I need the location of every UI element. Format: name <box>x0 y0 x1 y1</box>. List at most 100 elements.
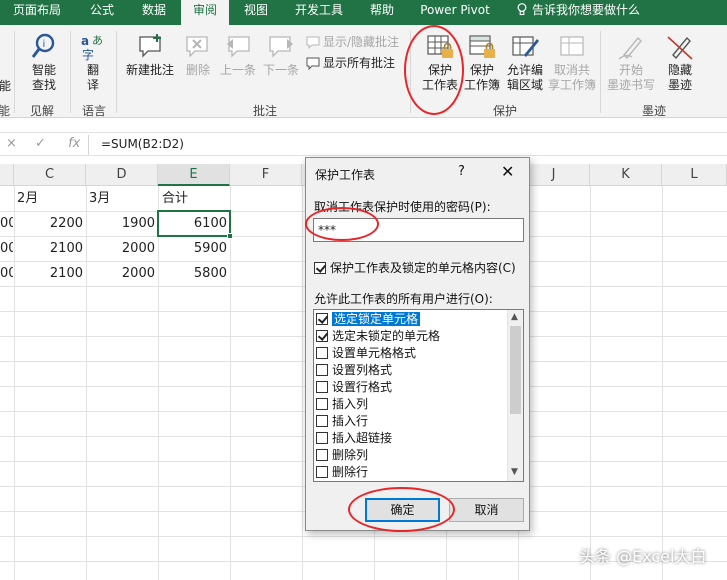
group-separator <box>116 31 117 113</box>
cell-d1[interactable]: 3月 <box>89 186 110 211</box>
cell-d2[interactable]: 1900 <box>86 211 155 236</box>
cancel-button[interactable]: 取消 <box>449 498 524 522</box>
option-checkbox[interactable] <box>316 381 328 393</box>
translate-button[interactable]: a あ 字 翻 译 <box>78 33 108 93</box>
close-icon[interactable]: ✕ <box>501 162 514 181</box>
help-icon[interactable]: ? <box>458 164 465 179</box>
scroll-thumb[interactable] <box>510 326 521 414</box>
list-item[interactable]: 选定锁定单元格 <box>316 311 421 328</box>
column-header-l[interactable]: L <box>662 164 727 186</box>
grid-vline <box>302 186 303 580</box>
cell-b4[interactable]: 00 <box>0 261 13 286</box>
column-header-k[interactable]: K <box>590 164 662 186</box>
group-label-ink: 墨迹 <box>642 104 667 118</box>
cell-e4[interactable]: 5800 <box>158 261 227 286</box>
fx-icon[interactable]: fx <box>68 136 80 151</box>
option-checkbox[interactable] <box>316 313 328 325</box>
formula-input[interactable]: =SUM(B2:D2) <box>101 137 184 151</box>
list-item[interactable]: 删除列 <box>316 447 368 464</box>
group-separator <box>14 31 15 113</box>
cell-c1[interactable]: 2月 <box>17 186 38 211</box>
watermark-text: 头条 @Excel大白 <box>579 547 707 566</box>
list-item[interactable]: 插入超链接 <box>316 430 392 447</box>
option-checkbox[interactable] <box>316 466 328 478</box>
allow-edit-ranges-button[interactable]: 允许编 辑区域 <box>503 33 547 93</box>
start-inking-button[interactable]: 开始 墨迹书写 <box>606 33 656 93</box>
cancel-icon[interactable]: × <box>6 136 17 151</box>
delete-comment-button[interactable]: 删除 <box>182 33 214 78</box>
fill-handle[interactable] <box>227 233 233 239</box>
unshare-workbook-button[interactable]: 取消共 享工作簿 <box>548 33 596 93</box>
smart-lookup-button[interactable]: i 智能 查找 <box>26 33 62 93</box>
prev-comment-button[interactable]: 上一条 <box>218 33 258 78</box>
group-label-insights: 见解 <box>30 104 55 118</box>
annotation-ring-password <box>305 207 379 241</box>
tab-formulas[interactable]: 公式 <box>80 0 124 25</box>
grid-vline <box>230 186 231 580</box>
list-item[interactable]: 设置单元格格式 <box>316 345 416 362</box>
cell-b2[interactable]: 00 <box>0 211 13 236</box>
column-header-e[interactable]: E <box>158 164 230 186</box>
column-header-c[interactable]: C <box>14 164 86 186</box>
hide-ink-icon <box>667 36 693 60</box>
scroll-up-icon[interactable]: ▲ <box>511 312 518 322</box>
tab-review[interactable]: 审阅 <box>181 0 229 25</box>
formula-bar-icons: × ✓ fx <box>6 136 80 151</box>
list-item[interactable]: 插入行 <box>316 413 368 430</box>
svg-text:あ: あ <box>92 34 103 47</box>
option-checkbox[interactable] <box>316 415 328 427</box>
tab-power-pivot[interactable]: Power Pivot <box>414 0 496 25</box>
list-item[interactable]: 删除行 <box>316 464 368 481</box>
option-checkbox[interactable] <box>316 432 328 444</box>
cell-c2[interactable]: 2200 <box>14 211 83 236</box>
grid-hline <box>0 536 727 537</box>
tab-data[interactable]: 数据 <box>132 0 176 25</box>
new-comment-button[interactable]: 新建批注 <box>122 33 178 78</box>
option-checkbox[interactable] <box>316 330 328 342</box>
permissions-list[interactable]: 选定锁定单元格 选定未锁定的单元格 设置单元格格式 设置列格式 设置行格式 插入… <box>313 309 524 482</box>
option-checkbox[interactable] <box>316 398 328 410</box>
cell-b3[interactable]: 00 <box>0 236 13 261</box>
cell-d3[interactable]: 2000 <box>86 236 155 261</box>
list-item[interactable]: 设置行格式 <box>316 379 392 396</box>
option-checkbox[interactable] <box>316 364 328 376</box>
cell-d4[interactable]: 2000 <box>86 261 155 286</box>
list-scrollbar[interactable]: ▲ ▼ <box>507 310 523 481</box>
column-header-d[interactable]: D <box>86 164 158 186</box>
partial-left-button[interactable]: 能 <box>0 79 12 94</box>
tab-view[interactable]: 视图 <box>236 0 276 25</box>
comment-icon <box>306 36 320 50</box>
cell-c3[interactable]: 2100 <box>14 236 83 261</box>
list-item[interactable]: 设置列格式 <box>316 362 392 379</box>
cell-e3[interactable]: 5900 <box>158 236 227 261</box>
tab-help[interactable]: 帮助 <box>360 0 404 25</box>
option-checkbox[interactable] <box>316 449 328 461</box>
list-item[interactable]: 插入列 <box>316 396 368 413</box>
unshare-icon <box>560 36 584 56</box>
list-item[interactable]: 选定未锁定的单元格 <box>316 328 440 345</box>
tab-developer[interactable]: 开发工具 <box>286 0 352 25</box>
protect-contents-check[interactable] <box>314 262 326 274</box>
comments-icon <box>306 57 320 71</box>
cell-e1[interactable]: 合计 <box>162 186 188 211</box>
scroll-down-icon[interactable]: ▼ <box>511 467 518 477</box>
cell-c4[interactable]: 2100 <box>14 261 83 286</box>
protect-contents-checkbox[interactable]: 保护工作表及锁定的单元格内容(C) <box>314 259 516 276</box>
tell-me-search[interactable]: 告诉我你想要做什么 <box>532 0 652 25</box>
show-hide-comment-button[interactable]: 显示/隐藏批注 <box>306 34 399 50</box>
new-comment-icon <box>139 34 161 58</box>
translate-icon: a あ 字 <box>81 34 103 61</box>
delete-comment-icon <box>186 36 208 58</box>
tab-page-layout[interactable]: 页面布局 <box>6 0 68 25</box>
column-header-partial[interactable] <box>0 164 14 186</box>
formula-bar: × ✓ fx =SUM(B2:D2) <box>0 132 727 156</box>
show-all-comments-button[interactable]: 显示所有批注 <box>306 55 395 71</box>
column-header-f[interactable]: F <box>230 164 302 186</box>
protect-workbook-button[interactable]: 保护 工作簿 <box>464 33 500 93</box>
option-checkbox[interactable] <box>316 347 328 359</box>
enter-icon[interactable]: ✓ <box>35 136 46 151</box>
group-label-protect: 保护 <box>493 104 518 118</box>
next-comment-button[interactable]: 下一条 <box>260 33 302 78</box>
hide-ink-button[interactable]: 隐藏 墨迹 <box>662 33 698 93</box>
group-label-comments: 批注 <box>253 104 278 118</box>
